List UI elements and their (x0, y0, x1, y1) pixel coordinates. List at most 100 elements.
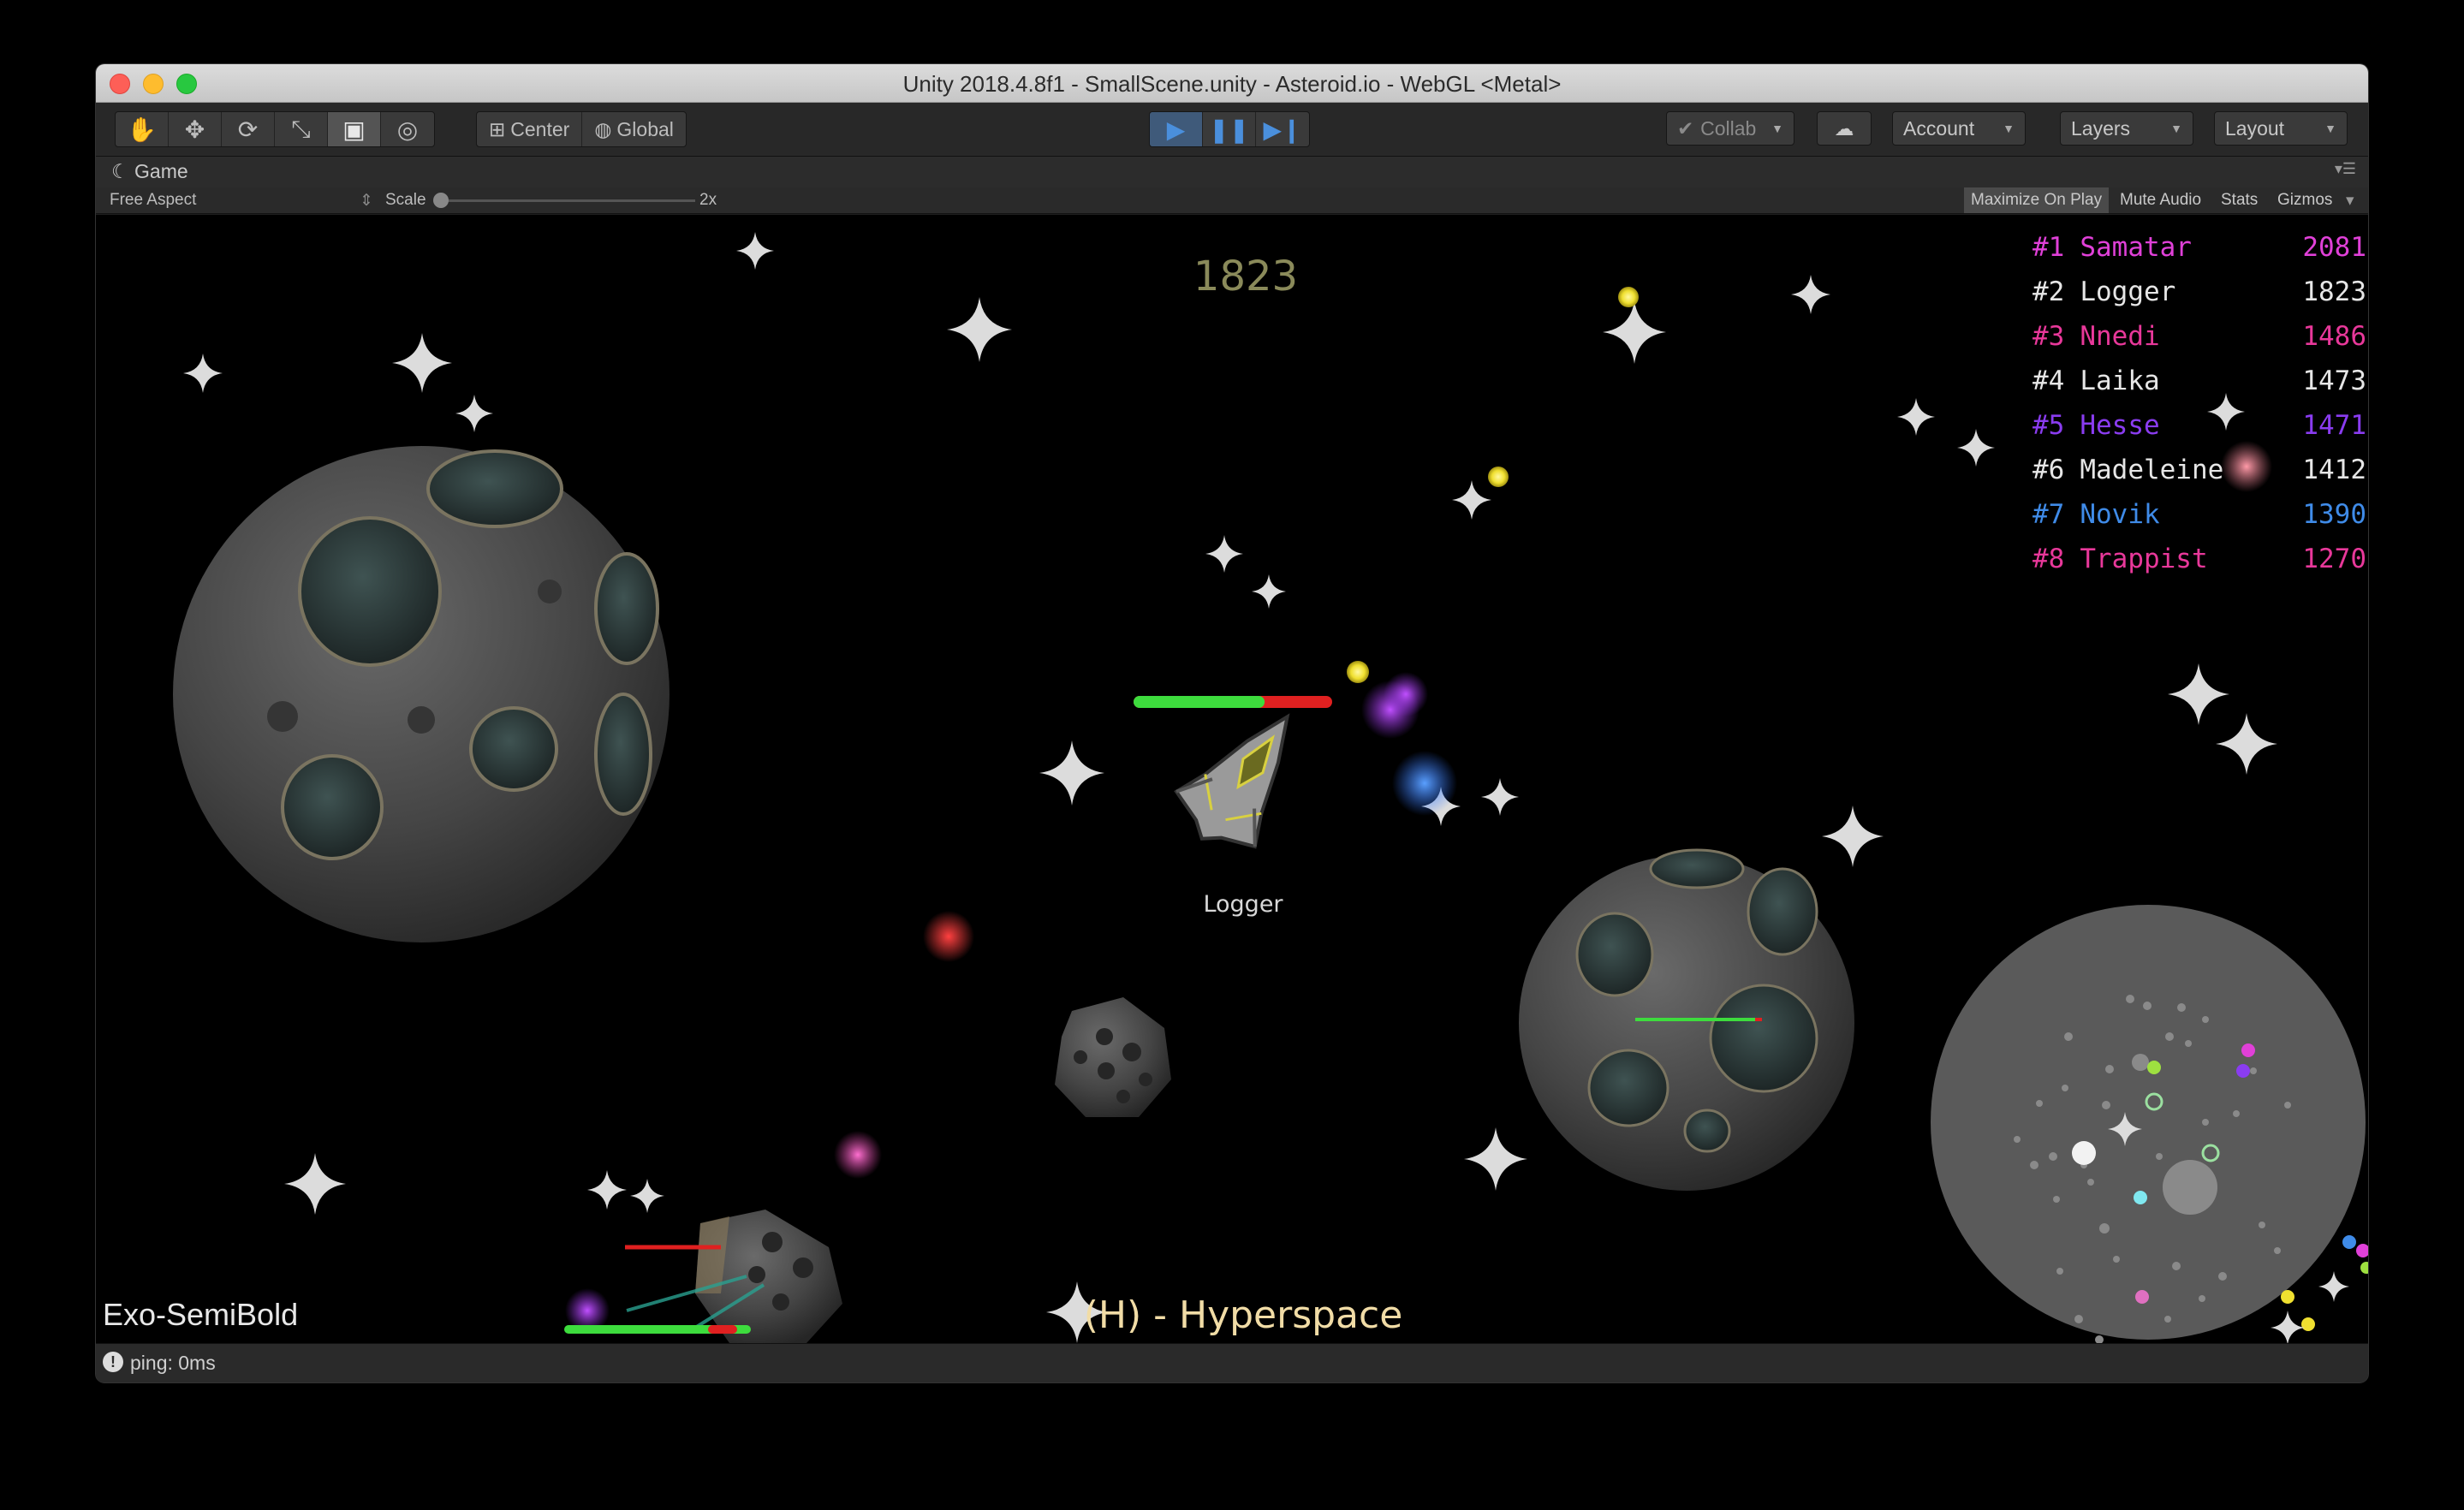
leaderboard-score: 1270 (2302, 544, 2366, 574)
leaderboard-score: 1486 (2302, 321, 2366, 352)
pause-button[interactable]: ❚❚ (1203, 112, 1256, 146)
aspect-dropdown[interactable]: Free Aspect (110, 191, 196, 210)
leaderboard-rank: #3 (2033, 321, 2065, 352)
leaderboard-score: 1412 (2302, 455, 2366, 485)
pivot-icon: ⊞ (489, 117, 506, 140)
globe-icon: ◍ (594, 117, 612, 140)
leaderboard-rank: #6 (2033, 455, 2065, 485)
check-icon: ✔ (1677, 116, 1694, 140)
leaderboard: #1 Samatar 2081 #2 Logger 1823 #3 Nnedi 1486 #4 La… (2033, 232, 2366, 588)
large-asteroid-left (173, 446, 670, 942)
leaderboard-name: Novik (2080, 499, 2160, 530)
leaderboard-name: Samatar (2080, 232, 2192, 263)
leaderboard-player: #4 Laika (2033, 366, 2160, 410)
maximize-on-play-toggle[interactable]: Maximize On Play (1964, 187, 2110, 213)
rect-tool-button[interactable]: ▣ (328, 112, 381, 146)
leaderboard-score: 1390 (2302, 499, 2366, 530)
title-bar[interactable]: Unity 2018.4.8f1 - SmallScene.unity - As… (96, 64, 2368, 103)
chevron-down-icon: ▼ (2324, 122, 2336, 135)
leaderboard-score: 2081 (2302, 232, 2366, 263)
leaderboard-player: #3 Nnedi (2033, 321, 2160, 366)
leaderboard-player: #2 Logger (2033, 276, 2175, 321)
layout-dropdown[interactable]: Layout ▼ (2214, 111, 2348, 146)
leaderboard-row: #8 Trappist 1270 (2033, 544, 2366, 588)
leaderboard-row: #4 Laika 1473 (2033, 366, 2366, 410)
large-asteroid-right (1519, 848, 1854, 1191)
scale-label: Scale (385, 191, 426, 209)
play-button[interactable]: ▶ (1150, 112, 1203, 146)
yellow-pellets (1347, 287, 1639, 683)
chevron-down-icon: ▼ (2170, 122, 2182, 135)
scale-slider-track[interactable] (438, 199, 695, 202)
play-icon: ▶ (1166, 116, 1186, 143)
leaderboard-player: #5 Hesse (2033, 410, 2160, 455)
scale-value: 2x (699, 191, 717, 209)
leaderboard-row: #2 Logger 1823 (2033, 276, 2366, 321)
leaderboard-name: Laika (2080, 366, 2160, 396)
move-tool-button[interactable]: ✥ (169, 112, 222, 146)
collab-dropdown[interactable]: ✔ Collab ▼ (1666, 111, 1794, 146)
scale-tool-button[interactable]: ⤡ (275, 112, 328, 146)
minimap (1931, 905, 2368, 1343)
step-button[interactable]: ▶❙ (1256, 112, 1309, 146)
pause-icon: ❚❚ (1209, 116, 1249, 143)
leaderboard-row: #3 Nnedi 1486 (2033, 321, 2366, 366)
move-icon: ✥ (184, 116, 205, 143)
transform-icon: ◎ (396, 116, 419, 143)
pivot-center-button[interactable]: ⊞ Center (477, 112, 583, 146)
font-debug-label: Exo-SemiBold (103, 1297, 299, 1332)
pivot-toggles: ⊞ Center ◍ Global (476, 111, 687, 147)
leaderboard-player: #6 Madeleine (2033, 455, 2223, 499)
leaderboard-name: Hesse (2080, 410, 2160, 441)
main-toolbar: ✋ ✥ ⟳ ⤡ ▣ ◎ ⊞ Center ◍ Global ▶ ❚❚ ▶❙ ✔ Col… (96, 103, 2368, 157)
scale-slider-handle[interactable] (433, 193, 449, 208)
player-score: 1823 (1193, 253, 1299, 300)
chevron-updown-icon: ⇕ (360, 192, 373, 210)
leaderboard-row: #7 Novik 1390 (2033, 499, 2366, 544)
play-controls: ▶ ❚❚ ▶❙ (1149, 111, 1310, 147)
leaderboard-player: #1 Samatar (2033, 232, 2192, 276)
hand-icon: ✋ (127, 116, 157, 143)
tab-menu-icon[interactable]: ▾☰ (2335, 160, 2356, 178)
hand-tool-button[interactable]: ✋ (116, 112, 169, 146)
player-name-label: Logger (1203, 891, 1283, 918)
mute-audio-toggle[interactable]: Mute Audio (2113, 187, 2208, 213)
step-icon: ▶❙ (1263, 116, 1302, 143)
game-viewport[interactable]: 1823 Logger (H) - Hyperspace Exo-SemiBol… (96, 215, 2368, 1343)
rotate-tool-button[interactable]: ⟳ (222, 112, 275, 146)
stats-toggle[interactable]: Stats (2214, 187, 2265, 213)
gizmos-dropdown[interactable]: Gizmos (2271, 187, 2339, 213)
leaderboard-rank: #1 (2033, 232, 2065, 263)
status-bar: ! ping: 0ms (96, 1343, 2368, 1382)
leaderboard-rank: #7 (2033, 499, 2065, 530)
chevron-down-icon: ▼ (2003, 122, 2015, 135)
leaderboard-row: #1 Samatar 2081 (2033, 232, 2366, 276)
pivot-global-button[interactable]: ◍ Global (582, 112, 686, 146)
leaderboard-row: #6 Madeleine 1412 (2033, 455, 2366, 499)
chevron-down-icon: ▼ (1771, 122, 1783, 135)
game-view-toolbar: Free Aspect ⇕ Scale 2x Maximize On Play … (96, 187, 2368, 214)
cloud-icon: ☁ (1834, 116, 1854, 140)
rect-icon: ▣ (342, 116, 366, 143)
transform-tools: ✋ ✥ ⟳ ⤡ ▣ ◎ (115, 111, 435, 147)
scale-icon: ⤡ (291, 115, 311, 142)
layers-dropdown[interactable]: Layers ▼ (2060, 111, 2193, 146)
leaderboard-name: Trappist (2080, 544, 2208, 574)
info-icon: ! (103, 1352, 123, 1372)
leaderboard-player: #7 Novik (2033, 499, 2160, 544)
ping-status: ping: 0ms (130, 1352, 216, 1374)
leaderboard-name: Nnedi (2080, 321, 2160, 352)
transform-tool-button[interactable]: ◎ (381, 112, 434, 146)
account-dropdown[interactable]: Account ▼ (1892, 111, 2026, 146)
window-title: Unity 2018.4.8f1 - SmallScene.unity - As… (902, 71, 1562, 97)
game-controller-icon: ☾ (111, 160, 135, 182)
player-ship (1174, 713, 1290, 849)
leaderboard-player: #8 Trappist (2033, 544, 2208, 588)
leaderboard-rank: #2 (2033, 276, 2065, 307)
leaderboard-rank: #5 (2033, 410, 2065, 441)
rotate-icon: ⟳ (237, 116, 259, 143)
chevron-down-icon[interactable]: ▾ (2346, 191, 2354, 211)
small-asteroid-bottom (564, 1210, 842, 1343)
cloud-button[interactable]: ☁ (1817, 111, 1872, 146)
game-tab[interactable]: ☾ Game ▾☰ (96, 157, 2368, 187)
